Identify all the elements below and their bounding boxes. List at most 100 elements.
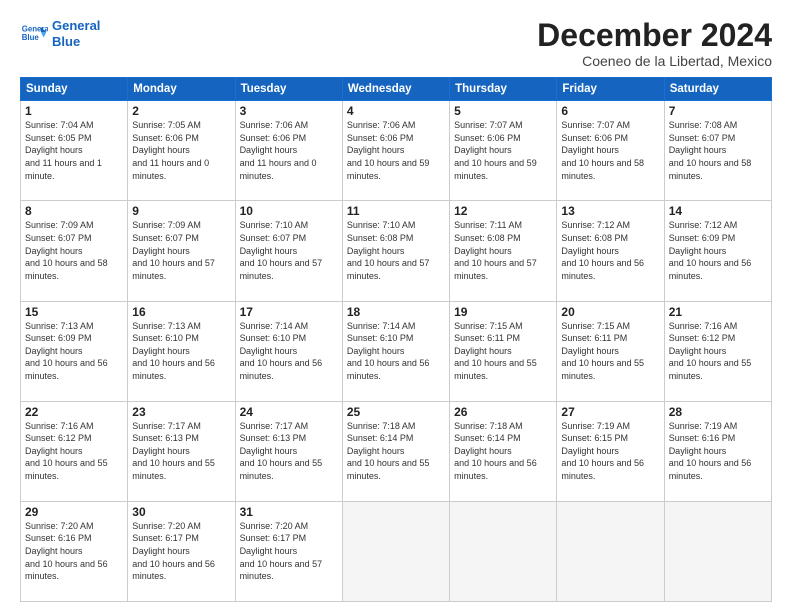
day-number: 5 bbox=[454, 104, 552, 118]
day-number: 15 bbox=[25, 305, 123, 319]
day-header-monday: Monday bbox=[128, 78, 235, 101]
calendar-cell: 14Sunrise: 7:12 AMSunset: 6:09 PMDayligh… bbox=[664, 201, 771, 301]
day-number: 6 bbox=[561, 104, 659, 118]
day-number: 18 bbox=[347, 305, 445, 319]
calendar-cell: 31Sunrise: 7:20 AMSunset: 6:17 PMDayligh… bbox=[235, 501, 342, 601]
logo-icon: General Blue bbox=[20, 20, 48, 48]
day-info: Sunrise: 7:10 AMSunset: 6:07 PMDaylight … bbox=[240, 219, 338, 282]
day-number: 20 bbox=[561, 305, 659, 319]
calendar-cell: 28Sunrise: 7:19 AMSunset: 6:16 PMDayligh… bbox=[664, 401, 771, 501]
day-number: 29 bbox=[25, 505, 123, 519]
week-row-1: 1Sunrise: 7:04 AMSunset: 6:05 PMDaylight… bbox=[21, 101, 772, 201]
day-number: 31 bbox=[240, 505, 338, 519]
week-row-2: 8Sunrise: 7:09 AMSunset: 6:07 PMDaylight… bbox=[21, 201, 772, 301]
day-info: Sunrise: 7:04 AMSunset: 6:05 PMDaylight … bbox=[25, 119, 123, 182]
calendar-cell: 21Sunrise: 7:16 AMSunset: 6:12 PMDayligh… bbox=[664, 301, 771, 401]
day-number: 30 bbox=[132, 505, 230, 519]
day-number: 11 bbox=[347, 204, 445, 218]
calendar-cell: 29Sunrise: 7:20 AMSunset: 6:16 PMDayligh… bbox=[21, 501, 128, 601]
week-row-4: 22Sunrise: 7:16 AMSunset: 6:12 PMDayligh… bbox=[21, 401, 772, 501]
day-info: Sunrise: 7:07 AMSunset: 6:06 PMDaylight … bbox=[454, 119, 552, 182]
calendar-header-row: SundayMondayTuesdayWednesdayThursdayFrid… bbox=[21, 78, 772, 101]
day-number: 13 bbox=[561, 204, 659, 218]
day-number: 10 bbox=[240, 204, 338, 218]
day-number: 2 bbox=[132, 104, 230, 118]
day-info: Sunrise: 7:18 AMSunset: 6:14 PMDaylight … bbox=[454, 420, 552, 483]
calendar-cell: 4Sunrise: 7:06 AMSunset: 6:06 PMDaylight… bbox=[342, 101, 449, 201]
calendar-cell: 20Sunrise: 7:15 AMSunset: 6:11 PMDayligh… bbox=[557, 301, 664, 401]
day-info: Sunrise: 7:12 AMSunset: 6:08 PMDaylight … bbox=[561, 219, 659, 282]
calendar-cell: 22Sunrise: 7:16 AMSunset: 6:12 PMDayligh… bbox=[21, 401, 128, 501]
day-header-tuesday: Tuesday bbox=[235, 78, 342, 101]
calendar-cell: 24Sunrise: 7:17 AMSunset: 6:13 PMDayligh… bbox=[235, 401, 342, 501]
calendar-cell: 3Sunrise: 7:06 AMSunset: 6:06 PMDaylight… bbox=[235, 101, 342, 201]
day-number: 9 bbox=[132, 204, 230, 218]
calendar-cell: 12Sunrise: 7:11 AMSunset: 6:08 PMDayligh… bbox=[450, 201, 557, 301]
day-number: 4 bbox=[347, 104, 445, 118]
logo-line1: General bbox=[52, 18, 100, 33]
day-info: Sunrise: 7:15 AMSunset: 6:11 PMDaylight … bbox=[561, 320, 659, 383]
logo-line2: Blue bbox=[52, 34, 80, 49]
calendar-cell: 8Sunrise: 7:09 AMSunset: 6:07 PMDaylight… bbox=[21, 201, 128, 301]
day-number: 25 bbox=[347, 405, 445, 419]
subtitle: Coeneo de la Libertad, Mexico bbox=[537, 53, 772, 69]
day-header-friday: Friday bbox=[557, 78, 664, 101]
calendar-body: 1Sunrise: 7:04 AMSunset: 6:05 PMDaylight… bbox=[21, 101, 772, 602]
logo: General Blue General Blue bbox=[20, 18, 100, 49]
calendar-cell: 18Sunrise: 7:14 AMSunset: 6:10 PMDayligh… bbox=[342, 301, 449, 401]
calendar-cell: 6Sunrise: 7:07 AMSunset: 6:06 PMDaylight… bbox=[557, 101, 664, 201]
calendar-cell: 5Sunrise: 7:07 AMSunset: 6:06 PMDaylight… bbox=[450, 101, 557, 201]
calendar-cell: 13Sunrise: 7:12 AMSunset: 6:08 PMDayligh… bbox=[557, 201, 664, 301]
day-header-thursday: Thursday bbox=[450, 78, 557, 101]
calendar-cell: 11Sunrise: 7:10 AMSunset: 6:08 PMDayligh… bbox=[342, 201, 449, 301]
calendar-cell: 17Sunrise: 7:14 AMSunset: 6:10 PMDayligh… bbox=[235, 301, 342, 401]
day-number: 12 bbox=[454, 204, 552, 218]
day-info: Sunrise: 7:06 AMSunset: 6:06 PMDaylight … bbox=[347, 119, 445, 182]
day-info: Sunrise: 7:18 AMSunset: 6:14 PMDaylight … bbox=[347, 420, 445, 483]
day-info: Sunrise: 7:12 AMSunset: 6:09 PMDaylight … bbox=[669, 219, 767, 282]
day-info: Sunrise: 7:19 AMSunset: 6:16 PMDaylight … bbox=[669, 420, 767, 483]
day-info: Sunrise: 7:09 AMSunset: 6:07 PMDaylight … bbox=[132, 219, 230, 282]
day-info: Sunrise: 7:06 AMSunset: 6:06 PMDaylight … bbox=[240, 119, 338, 182]
day-info: Sunrise: 7:09 AMSunset: 6:07 PMDaylight … bbox=[25, 219, 123, 282]
day-number: 22 bbox=[25, 405, 123, 419]
calendar-cell: 30Sunrise: 7:20 AMSunset: 6:17 PMDayligh… bbox=[128, 501, 235, 601]
calendar-cell: 27Sunrise: 7:19 AMSunset: 6:15 PMDayligh… bbox=[557, 401, 664, 501]
calendar-cell bbox=[664, 501, 771, 601]
day-number: 23 bbox=[132, 405, 230, 419]
title-area: December 2024 Coeneo de la Libertad, Mex… bbox=[537, 18, 772, 69]
week-row-3: 15Sunrise: 7:13 AMSunset: 6:09 PMDayligh… bbox=[21, 301, 772, 401]
calendar-cell: 23Sunrise: 7:17 AMSunset: 6:13 PMDayligh… bbox=[128, 401, 235, 501]
day-info: Sunrise: 7:14 AMSunset: 6:10 PMDaylight … bbox=[347, 320, 445, 383]
calendar-cell bbox=[557, 501, 664, 601]
calendar-cell: 16Sunrise: 7:13 AMSunset: 6:10 PMDayligh… bbox=[128, 301, 235, 401]
calendar-cell: 26Sunrise: 7:18 AMSunset: 6:14 PMDayligh… bbox=[450, 401, 557, 501]
calendar-cell: 19Sunrise: 7:15 AMSunset: 6:11 PMDayligh… bbox=[450, 301, 557, 401]
day-number: 24 bbox=[240, 405, 338, 419]
svg-text:Blue: Blue bbox=[22, 33, 40, 42]
logo-text: General Blue bbox=[52, 18, 100, 49]
day-info: Sunrise: 7:17 AMSunset: 6:13 PMDaylight … bbox=[132, 420, 230, 483]
calendar-cell: 25Sunrise: 7:18 AMSunset: 6:14 PMDayligh… bbox=[342, 401, 449, 501]
calendar-cell: 1Sunrise: 7:04 AMSunset: 6:05 PMDaylight… bbox=[21, 101, 128, 201]
main-title: December 2024 bbox=[537, 18, 772, 53]
page: General Blue General Blue December 2024 … bbox=[0, 0, 792, 612]
day-info: Sunrise: 7:17 AMSunset: 6:13 PMDaylight … bbox=[240, 420, 338, 483]
calendar-cell bbox=[450, 501, 557, 601]
day-number: 14 bbox=[669, 204, 767, 218]
day-info: Sunrise: 7:10 AMSunset: 6:08 PMDaylight … bbox=[347, 219, 445, 282]
day-info: Sunrise: 7:13 AMSunset: 6:10 PMDaylight … bbox=[132, 320, 230, 383]
day-header-sunday: Sunday bbox=[21, 78, 128, 101]
calendar-cell: 10Sunrise: 7:10 AMSunset: 6:07 PMDayligh… bbox=[235, 201, 342, 301]
day-info: Sunrise: 7:15 AMSunset: 6:11 PMDaylight … bbox=[454, 320, 552, 383]
day-number: 28 bbox=[669, 405, 767, 419]
calendar-cell: 2Sunrise: 7:05 AMSunset: 6:06 PMDaylight… bbox=[128, 101, 235, 201]
day-number: 17 bbox=[240, 305, 338, 319]
day-number: 16 bbox=[132, 305, 230, 319]
calendar-cell: 15Sunrise: 7:13 AMSunset: 6:09 PMDayligh… bbox=[21, 301, 128, 401]
day-info: Sunrise: 7:19 AMSunset: 6:15 PMDaylight … bbox=[561, 420, 659, 483]
day-info: Sunrise: 7:05 AMSunset: 6:06 PMDaylight … bbox=[132, 119, 230, 182]
day-info: Sunrise: 7:08 AMSunset: 6:07 PMDaylight … bbox=[669, 119, 767, 182]
day-info: Sunrise: 7:20 AMSunset: 6:17 PMDaylight … bbox=[240, 520, 338, 583]
day-number: 21 bbox=[669, 305, 767, 319]
